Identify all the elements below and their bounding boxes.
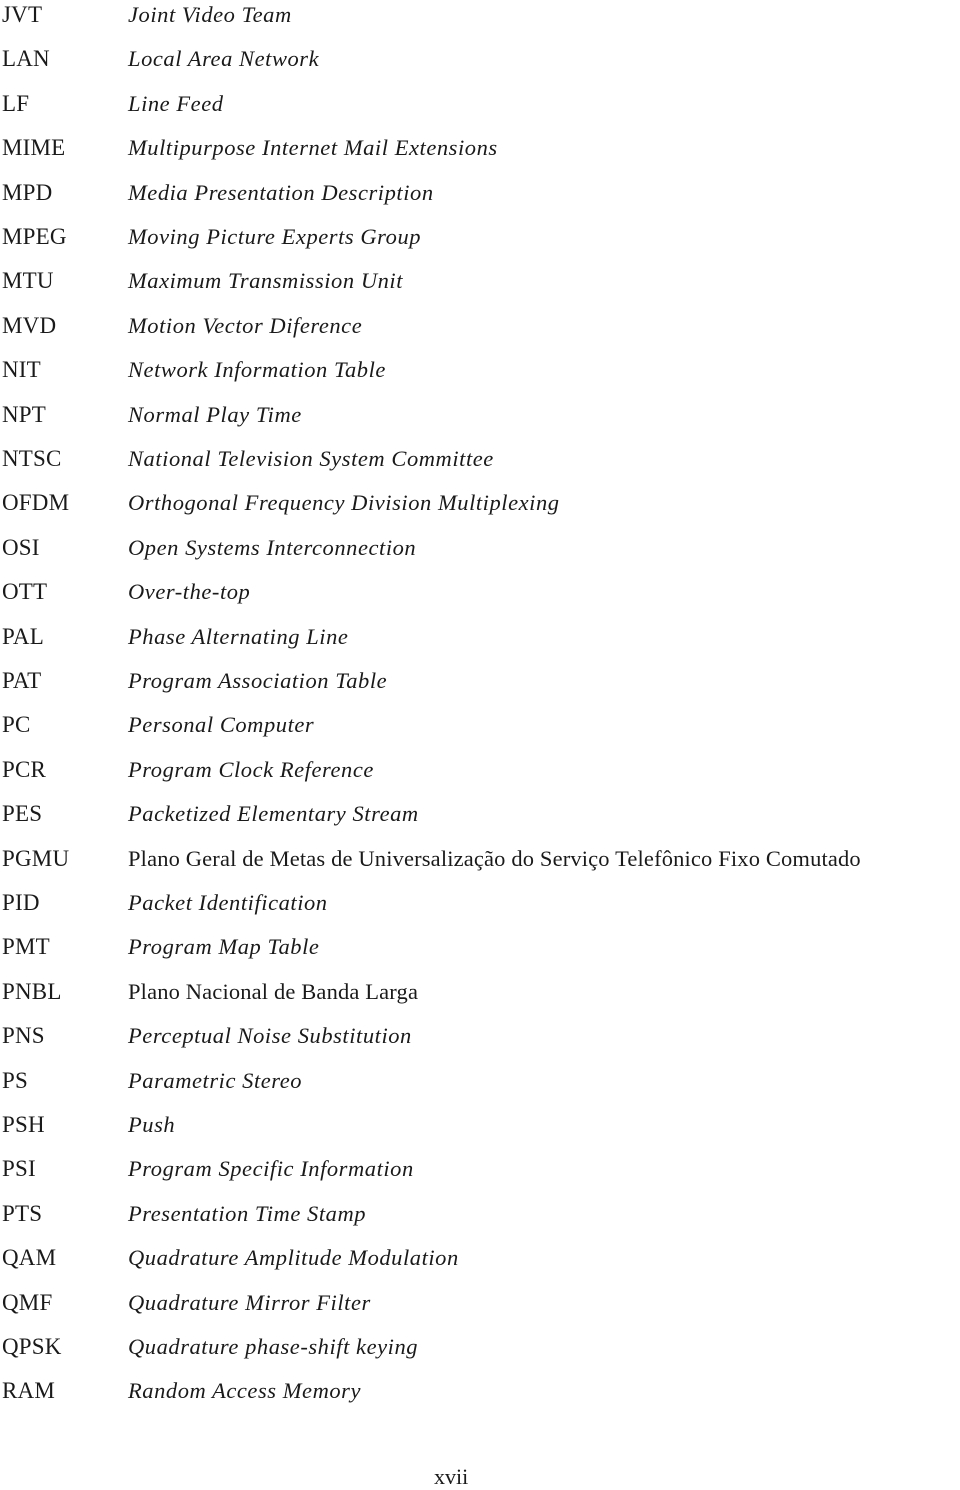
definition: Maximum Transmission Unit (128, 268, 404, 294)
definition: Program Map Table (128, 934, 320, 960)
abbreviation: NPT (2, 401, 47, 427)
glossary-entry: PCR Program Clock Reference (0, 756, 960, 800)
definition: Program Association Table (128, 668, 388, 693)
glossary-entry: MPD Media Presentation Description (0, 179, 960, 223)
definition: Parametric Stereo (128, 1067, 303, 1093)
glossary-entry: OTT Over-the-top (0, 578, 960, 622)
definition: Quadrature Amplitude Modulation (128, 1245, 459, 1271)
glossary-entry: MTU Maximum Transmission Unit (0, 267, 960, 311)
glossary-entry: LF Line Feed (0, 90, 960, 134)
definition: Network Information Table (128, 357, 386, 383)
abbreviation: LAN (2, 46, 50, 72)
definition: Program Specific Information (128, 1156, 414, 1182)
definition: Phase Alternating Line (128, 623, 349, 649)
glossary-entry: OFDM Orthogonal Frequency Division Multip… (0, 489, 960, 533)
definition: Normal Play Time (128, 401, 302, 427)
abbreviation: PAT (2, 668, 42, 693)
definition: Over-the-top (128, 579, 251, 605)
definition: Quadrature phase-shift keying (128, 1334, 419, 1359)
abbreviation: PC (2, 712, 31, 738)
abbreviation: MPD (2, 179, 53, 205)
abbreviation: RAM (2, 1378, 56, 1404)
definition: Random Access Memory (128, 1378, 362, 1404)
glossary-entry: MPEG Moving Picture Experts Group (0, 223, 960, 267)
definition: Orthogonal Frequency Division Multiplexi… (128, 490, 560, 516)
abbreviation: QPSK (2, 1334, 62, 1359)
glossary-entry: NTSC National Television System Committee (0, 445, 960, 489)
definition: Plano Geral de Metas de Universalização … (128, 845, 861, 871)
definition: National Television System Committee (128, 446, 494, 471)
abbreviation: PCR (2, 756, 47, 782)
abbreviation: NIT (2, 357, 41, 383)
glossary-entry: MIME Multipurpose Internet Mail Extension… (0, 134, 960, 178)
definition: Multipurpose Internet Mail Extensions (128, 135, 498, 161)
abbreviation: MVD (2, 312, 57, 338)
definition: Program Clock Reference (128, 756, 374, 782)
glossary-entry: PID Packet Identification (0, 889, 960, 933)
abbreviation: MIME (2, 135, 66, 161)
glossary-entry: PAL Phase Alternating Line (0, 623, 960, 667)
definition: Joint Video Team (128, 2, 292, 27)
glossary-entry: PMT Program Map Table (0, 933, 960, 977)
abbreviation: PTS (2, 1200, 43, 1226)
abbreviation: PNS (2, 1023, 45, 1049)
abbreviation: QMF (2, 1289, 53, 1315)
abbreviation: PS (2, 1067, 28, 1093)
abbreviation: QAM (2, 1245, 57, 1271)
definition: Personal Computer (128, 712, 315, 738)
glossary-entry: PSI Program Specific Information (0, 1155, 960, 1199)
abbreviation: JVT (2, 2, 43, 27)
definition: Local Area Network (128, 46, 320, 72)
definition: Packetized Elementary Stream (128, 801, 419, 827)
glossary-entry: PSH Push (0, 1111, 960, 1155)
definition: Moving Picture Experts Group (128, 224, 422, 249)
glossary-entry: NPT Normal Play Time (0, 401, 960, 445)
glossary-entry: PES Packetized Elementary Stream (0, 800, 960, 844)
glossary-entry: PS Parametric Stereo (0, 1067, 960, 1111)
glossary-entry: QPSK Quadrature phase-shift keying (0, 1333, 960, 1377)
definition: Quadrature Mirror Filter (128, 1289, 371, 1315)
abbreviation: OFDM (2, 490, 70, 516)
abbreviation: PMT (2, 934, 50, 960)
definition: Presentation Time Stamp (128, 1200, 367, 1226)
glossary-entry: MVD Motion Vector Diference (0, 312, 960, 356)
definition: Push (128, 1112, 176, 1137)
page-number: xvii (434, 1464, 469, 1489)
definition: Plano Nacional de Banda Larga (128, 978, 419, 1004)
abbreviation: PNBL (2, 978, 62, 1004)
glossary-entry: QAM Quadrature Amplitude Modulation (0, 1244, 960, 1288)
definition: Line Feed (128, 90, 224, 116)
glossary-entry: OSI Open Systems Interconnection (0, 534, 960, 578)
definition: Media Presentation Description (128, 179, 434, 205)
glossary-entry: NIT Network Information Table (0, 356, 960, 400)
glossary-entry: JVT Joint Video Team (0, 1, 960, 45)
abbreviation: OTT (2, 579, 48, 605)
abbreviation: PGMU (2, 845, 70, 871)
abbreviation: PSH (2, 1112, 45, 1137)
definition: Open Systems Interconnection (128, 534, 417, 560)
definition: Motion Vector Diference (128, 312, 363, 338)
glossary-entry: PTS Presentation Time Stamp (0, 1200, 960, 1244)
glossary-entry: LAN Local Area Network (0, 45, 960, 89)
abbreviation: MTU (2, 268, 54, 294)
glossary-entry: PAT Program Association Table (0, 667, 960, 711)
glossary-entry: PNBL Plano Nacional de Banda Larga (0, 978, 960, 1022)
abbreviation: PID (2, 890, 40, 915)
definition: Packet Identification (128, 890, 328, 915)
abbreviation: MPEG (2, 224, 67, 249)
glossary-entry: RAM Random Access Memory (0, 1377, 960, 1421)
abbreviation: LF (2, 90, 30, 116)
glossary-entry: QMF Quadrature Mirror Filter (0, 1289, 960, 1333)
glossary-entry: PC Personal Computer (0, 711, 960, 755)
glossary-entry: PNS Perceptual Noise Substitution (0, 1022, 960, 1066)
glossary-entry: PGMU Plano Geral de Metas de Universaliza… (0, 845, 960, 889)
definition: Perceptual Noise Substitution (128, 1023, 412, 1049)
abbreviation: PSI (2, 1156, 36, 1182)
abbreviation: PES (2, 801, 43, 827)
abbreviation: NTSC (2, 446, 62, 471)
abbreviation: PAL (2, 623, 44, 649)
abbreviation: OSI (2, 534, 40, 560)
